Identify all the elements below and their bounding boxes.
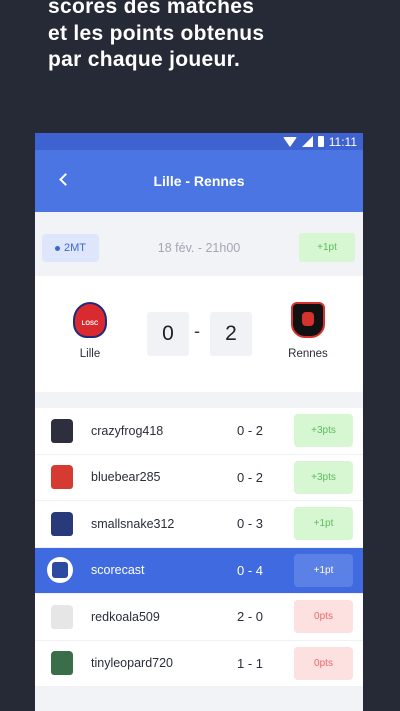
player-row[interactable]: smallsnake312 0 - 3 +1pt	[35, 501, 363, 548]
home-team-name: Lille	[79, 348, 101, 360]
battery-icon	[317, 136, 324, 147]
player-points-badge: +3pts	[294, 414, 353, 448]
back-button[interactable]	[49, 164, 79, 194]
phone-screen: 11:11 Lille - Rennes 2MT 18 fév. - 21h00…	[35, 133, 363, 711]
app-bar: Lille - Rennes	[35, 150, 363, 212]
players-list: crazyfrog418 0 - 2 +3pts bluebear285 0 -…	[35, 408, 363, 687]
player-row[interactable]: bluebear285 0 - 2 +3pts	[35, 454, 363, 501]
player-points-badge: 0pts	[294, 600, 353, 634]
headline-line-1: scores des matches	[48, 0, 255, 18]
home-team[interactable]: Lille	[50, 302, 130, 360]
promo-headline: scores des matches et les points obtenus…	[48, 0, 264, 74]
headline-line-3: par chaque joueur.	[48, 48, 241, 71]
player-prediction: 1 - 1	[236, 655, 263, 671]
player-row[interactable]: tinyleopard720 1 - 1 0pts	[35, 640, 363, 687]
score-card: Lille 0 - 2 Rennes	[35, 276, 363, 392]
away-score: 2	[210, 312, 252, 356]
signal-icon	[301, 136, 313, 147]
page-title: Lille - Rennes	[153, 173, 245, 189]
home-score: 0	[147, 312, 189, 356]
wifi-icon	[282, 136, 297, 147]
player-name: bluebear285	[91, 470, 161, 485]
player-prediction: 2 - 0	[236, 609, 263, 625]
jersey-icon	[51, 604, 73, 629]
player-name: redkoala509	[91, 609, 160, 624]
player-points-badge: +3pts	[294, 460, 353, 494]
lille-crest-icon	[73, 302, 107, 338]
rennes-crest-icon	[291, 302, 325, 338]
player-name: tinyleopard720	[91, 656, 174, 671]
status-time: 11:11	[328, 134, 357, 149]
player-prediction: 0 - 4	[236, 562, 263, 578]
score-separator: -	[194, 321, 200, 341]
jersey-icon	[47, 557, 73, 584]
player-prediction: 0 - 2	[236, 423, 263, 439]
match-meta-row: 2MT 18 fév. - 21h00 +1pt	[35, 228, 363, 268]
away-team-name: Rennes	[288, 348, 328, 360]
jersey-icon	[51, 418, 73, 443]
jersey-icon	[51, 511, 73, 536]
status-bar: 11:11	[35, 133, 363, 150]
player-points-badge: 0pts	[294, 646, 353, 680]
headline-line-2: et les points obtenus	[48, 21, 265, 45]
player-points-badge: +1pt	[294, 553, 353, 587]
player-prediction: 0 - 2	[236, 469, 263, 485]
jersey-icon	[51, 651, 73, 676]
player-name: crazyfrog418	[91, 423, 164, 438]
player-name: smallsnake312	[91, 516, 175, 531]
player-row[interactable]: redkoala509 2 - 0 0pts	[35, 594, 363, 641]
my-points-badge: +1pt	[299, 233, 355, 262]
away-team[interactable]: Rennes	[268, 302, 348, 360]
chevron-left-icon	[59, 172, 72, 186]
jersey-icon	[51, 465, 73, 490]
player-name: scorecast	[91, 563, 145, 578]
player-prediction: 0 - 3	[236, 516, 263, 532]
player-row[interactable]: crazyfrog418 0 - 2 +3pts	[35, 408, 363, 455]
player-row-current-user[interactable]: scorecast 0 - 4 +1pt	[35, 547, 363, 594]
player-points-badge: +1pt	[294, 507, 353, 541]
